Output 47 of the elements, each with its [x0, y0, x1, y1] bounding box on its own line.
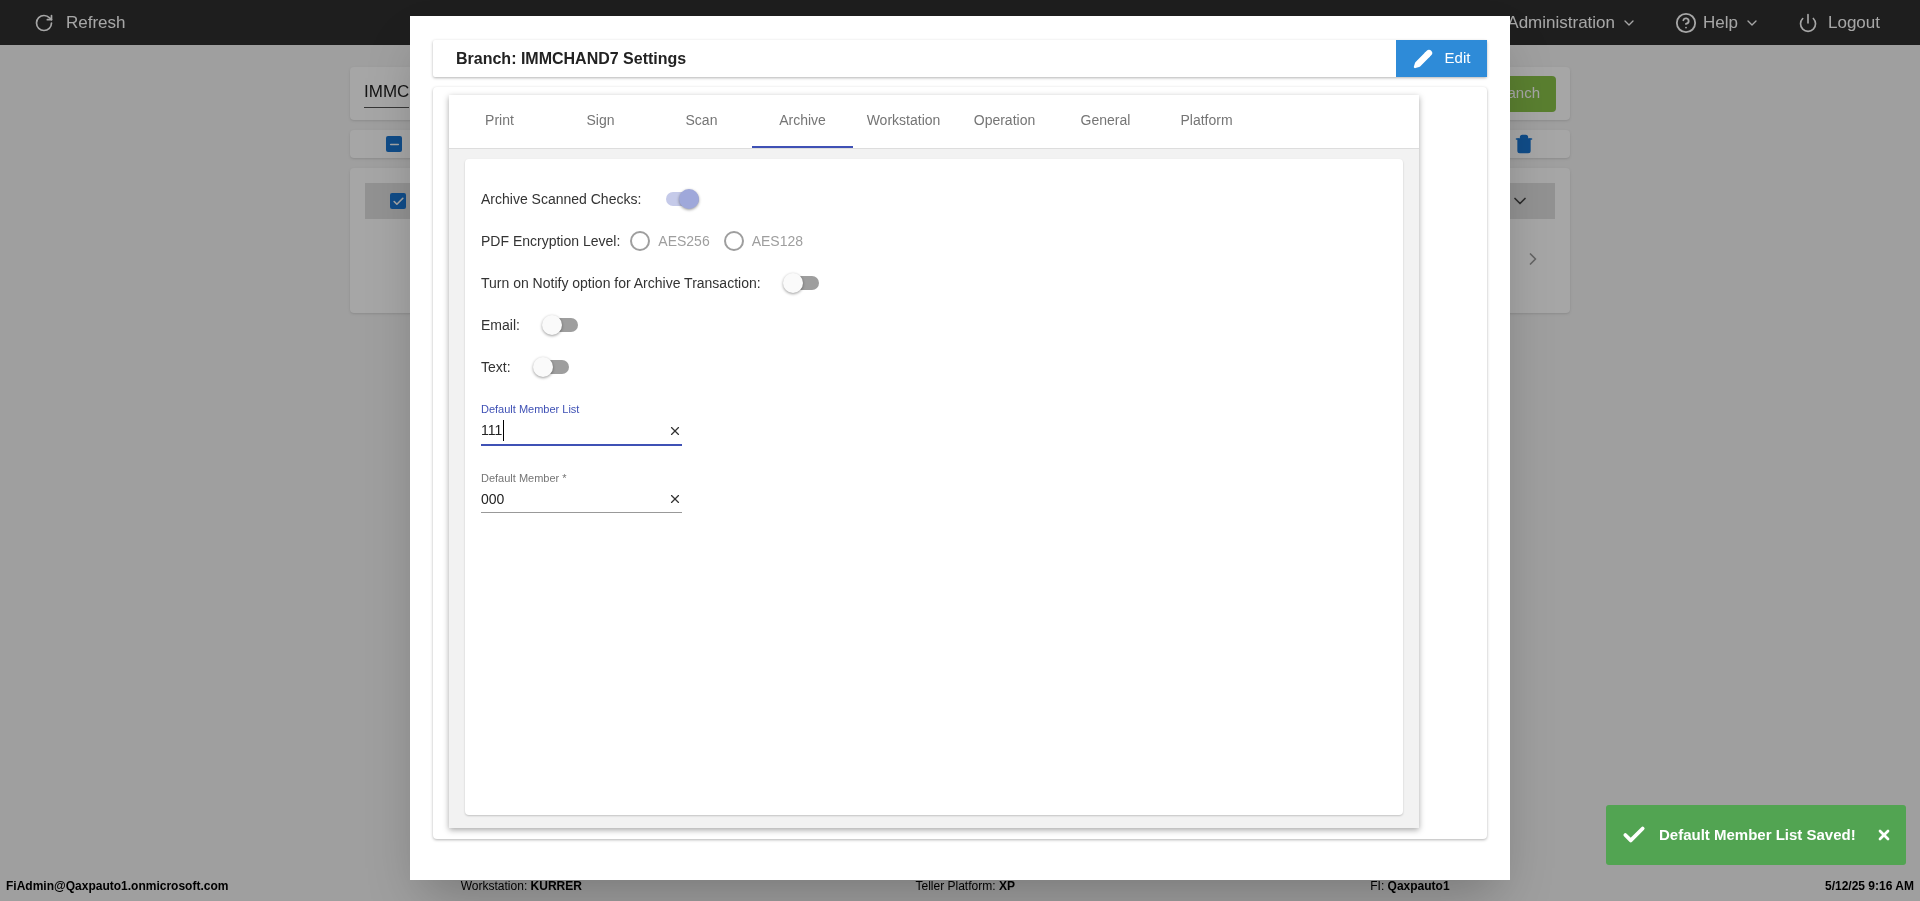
- setting-label: PDF Encryption Level:: [481, 231, 621, 251]
- setting-label: Turn on Notify option for Archive Transaction:: [481, 273, 761, 293]
- edit-button[interactable]: Edit: [1396, 40, 1487, 77]
- help-icon: [1675, 11, 1698, 34]
- field-value: 000: [481, 489, 505, 509]
- radio-label: AES128: [751, 231, 804, 251]
- close-icon[interactable]: [1876, 827, 1892, 843]
- radio-label: AES256: [658, 231, 710, 251]
- tab[interactable]: Archive: [752, 95, 853, 148]
- minus-checkbox-icon[interactable]: [386, 136, 402, 152]
- field-label: Default Member *: [481, 470, 568, 486]
- text-field[interactable]: Default Member List 111: [481, 401, 682, 446]
- status-info: Teller Platform: XP: [915, 878, 1016, 895]
- dialog-title: Branch: IMMCHAND7 Settings: [455, 48, 687, 69]
- power-icon: [1798, 12, 1818, 33]
- text-field[interactable]: Default Member * 000: [481, 469, 682, 513]
- trash-icon[interactable]: [1514, 134, 1534, 154]
- status-info: FI: Qaxpauto1: [1370, 878, 1451, 895]
- setting-label: Text:: [481, 357, 511, 377]
- setting-label: Email:: [481, 315, 520, 335]
- status-info: Workstation: KURRER: [460, 878, 583, 895]
- menu-dropdown[interactable]: Help: [1675, 9, 1760, 36]
- refresh-button[interactable]: Refresh: [34, 9, 126, 36]
- field-value: 111: [481, 420, 505, 441]
- toast-message: Default Member List Saved!: [1659, 824, 1856, 845]
- pencil-icon: [1412, 48, 1433, 69]
- search-field[interactable]: IMMC: [364, 79, 410, 108]
- radio-button[interactable]: [630, 231, 651, 251]
- tab[interactable]: Print: [449, 95, 550, 148]
- clear-icon[interactable]: [668, 492, 682, 506]
- field-label: Default Member List: [481, 402, 581, 417]
- tab[interactable]: Workstation: [853, 95, 954, 148]
- setting-label: Archive Scanned Checks:: [481, 189, 642, 209]
- toggle-switch[interactable]: [782, 273, 819, 293]
- user-email: FiAdmin@Qaxpauto1.onmicrosoft.com: [6, 878, 230, 895]
- radio-button[interactable]: [723, 231, 744, 251]
- tab[interactable]: General: [1055, 95, 1156, 148]
- checked-checkbox-icon[interactable]: [390, 193, 406, 209]
- tab[interactable]: Sign: [550, 95, 651, 148]
- refresh-icon: [34, 12, 54, 33]
- tab[interactable]: Operation: [954, 95, 1055, 148]
- tab[interactable]: Platform: [1156, 95, 1257, 148]
- toggle-switch[interactable]: [532, 357, 569, 377]
- tab[interactable]: Scan: [651, 95, 752, 148]
- date-time: 5/12/25 9:16 AM: [1825, 878, 1914, 895]
- toggle-switch[interactable]: [541, 315, 578, 335]
- logout-button[interactable]: Logout: [1798, 9, 1880, 36]
